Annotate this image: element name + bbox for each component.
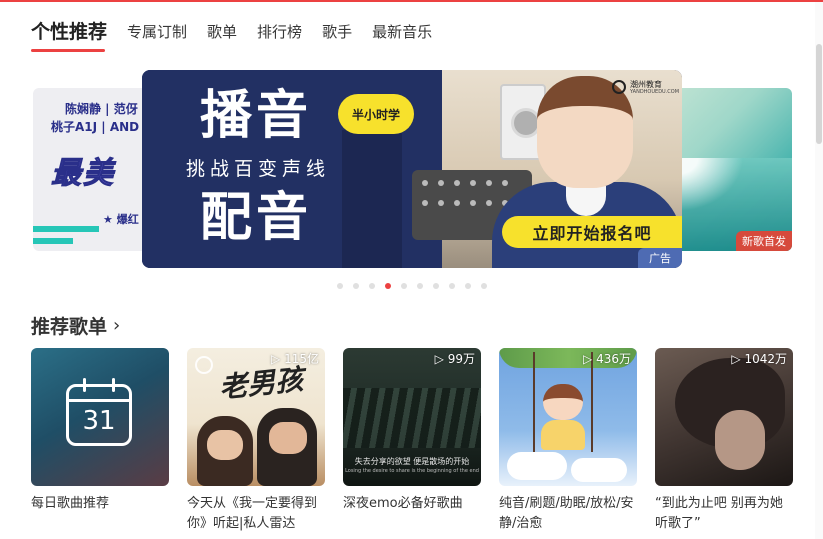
carousel-dots <box>337 283 497 289</box>
carousel-dot[interactable] <box>465 283 471 289</box>
play-count: ▷ 115亿 <box>271 352 319 366</box>
banner-current-slide[interactable]: 潮州教育 YANDHOUEDU.COM 播音 半小时学 挑战百变声线 配音 立即… <box>142 70 682 268</box>
play-count: ▷ 99万 <box>434 352 475 366</box>
playlist-card-stop-here[interactable]: ▷ 1042万 “到此为止吧 别再为她听歌了” <box>655 348 793 534</box>
playlist-cover[interactable]: ▷ 436万 <box>499 348 637 486</box>
banner-subtitle: 挑战百变声线 <box>186 158 331 180</box>
tab-custom[interactable]: 专属订制 <box>127 20 187 44</box>
palm-trees-artwork <box>343 388 481 448</box>
banner-title-bottom: 配音 <box>200 188 313 248</box>
banner-title-top: 播音 <box>200 86 313 146</box>
cover-caption-en: Losing the desire to share is the beginn… <box>345 468 479 474</box>
banner-badge: 半小时学 <box>338 94 414 134</box>
calendar-icon: 31 <box>66 378 132 446</box>
banner-prev-headline: 最美 <box>51 156 115 192</box>
carousel-dot[interactable] <box>353 283 359 289</box>
playlist-cover[interactable]: 失去分享的欲望 便是散场的开始 Losing the desire to sha… <box>343 348 481 486</box>
teal-stripe-short <box>33 238 73 244</box>
carousel-dot[interactable] <box>337 283 343 289</box>
banner-carousel: 陈娴静 | 范伢 桃子A1J | AND 最美 (C ★ 爆红 新歌首发 潮州教… <box>0 70 823 289</box>
play-count: ▷ 1042万 <box>731 352 787 366</box>
radar-icon <box>195 356 213 374</box>
ad-tag: 广告 <box>638 248 682 268</box>
tab-recommend[interactable]: 个性推荐 <box>31 20 107 52</box>
banner-prev-line2: 桃子A1J | AND <box>51 120 140 134</box>
playlist-card-emo[interactable]: 失去分享的欲望 便是散场的开始 Losing the desire to sha… <box>343 348 481 514</box>
teal-stripe <box>33 226 99 232</box>
tab-playlists[interactable]: 歌单 <box>207 20 237 44</box>
playlist-title[interactable]: 每日歌曲推荐 <box>31 494 169 514</box>
banner-navy-stripe <box>342 130 402 268</box>
banner-prev-star-text: ★ 爆红 <box>103 213 139 226</box>
section-title-text: 推荐歌单 <box>31 316 108 338</box>
tab-charts[interactable]: 排行榜 <box>257 20 302 44</box>
play-count: ▷ 436万 <box>583 352 631 366</box>
carousel-dot[interactable] <box>369 283 375 289</box>
playlist-cover[interactable]: ▷ 1042万 <box>655 348 793 486</box>
carousel-dot[interactable] <box>401 283 407 289</box>
banner-prev-line1: 陈娴静 | 范伢 <box>65 102 138 116</box>
playlist-card-radar[interactable]: 老男孩 ▷ 115亿 今天从《我一定要得到你》听起|私人雷达 <box>187 348 325 534</box>
playlist-card-pure-music[interactable]: ▷ 436万 纯音/刷题/助眠/放松/安静/治愈 <box>499 348 637 534</box>
brand-url: YANDHOUEDU.COM <box>630 89 680 95</box>
girl-on-swing-artwork <box>543 384 583 420</box>
top-accent-line <box>0 0 823 2</box>
calendar-day: 31 <box>82 406 116 436</box>
playlist-card-daily[interactable]: 31 每日歌曲推荐 <box>31 348 169 514</box>
playlist-title[interactable]: 纯音/刷题/助眠/放松/安静/治愈 <box>499 494 637 534</box>
carousel-dot[interactable] <box>449 283 455 289</box>
carousel-dot[interactable] <box>481 283 487 289</box>
carousel-dot[interactable] <box>417 283 423 289</box>
new-release-tag: 新歌首发 <box>736 231 792 251</box>
portrait-artwork <box>715 410 765 470</box>
banner-cta-button[interactable]: 立即开始报名吧 <box>502 216 682 248</box>
playlist-title[interactable]: “到此为止吧 别再为她听歌了” <box>655 494 793 534</box>
cover-caption: 失去分享的欲望 便是散场的开始 <box>354 457 470 466</box>
tab-artists[interactable]: 歌手 <box>322 20 352 44</box>
chevron-right-icon: › <box>113 315 121 336</box>
carousel-dot[interactable] <box>433 283 439 289</box>
recommended-playlists-heading[interactable]: 推荐歌单 › <box>31 312 120 339</box>
carousel-dot-active[interactable] <box>385 283 391 289</box>
playlist-cover[interactable]: 31 <box>31 348 169 486</box>
playlist-title[interactable]: 深夜emo必备好歌曲 <box>343 494 481 514</box>
playlist-cover[interactable]: 老男孩 ▷ 115亿 <box>187 348 325 486</box>
brand-logo-icon <box>612 80 626 94</box>
playlist-title[interactable]: 今天从《我一定要得到你》听起|私人雷达 <box>187 494 325 534</box>
discover-tabs: 个性推荐 专属订制 歌单 排行榜 歌手 最新音乐 <box>31 20 452 54</box>
tab-new-music[interactable]: 最新音乐 <box>372 20 432 44</box>
